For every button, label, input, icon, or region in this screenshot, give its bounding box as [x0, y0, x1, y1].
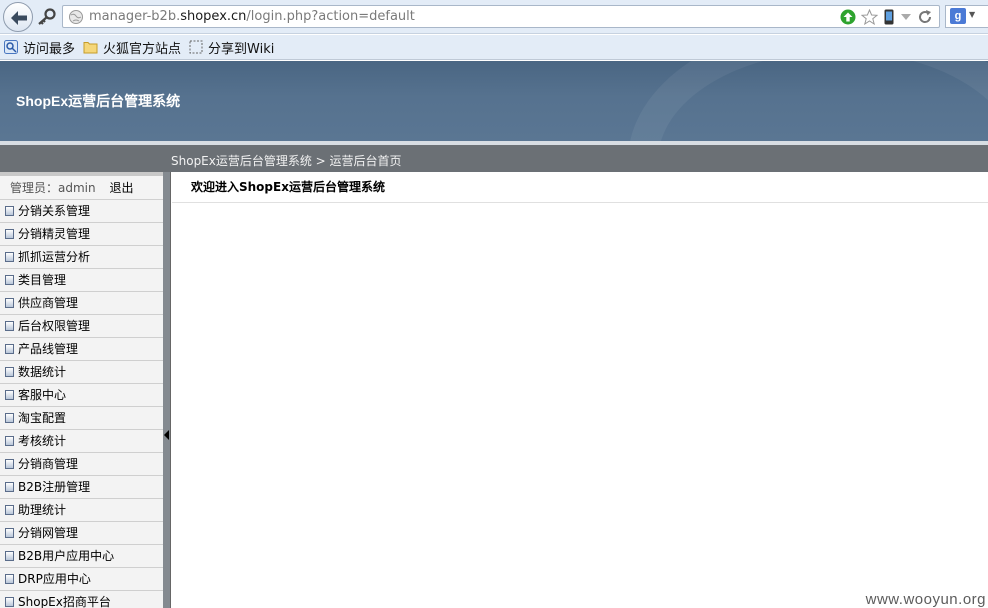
main-content: 欢迎进入ShopEx运营后台管理系统	[172, 172, 988, 608]
sidebar-item-label: 淘宝配置	[18, 411, 67, 425]
sidebar-item-label: 后台权限管理	[18, 319, 91, 333]
sidebar-item-label: 分销精灵管理	[18, 227, 91, 241]
google-icon[interactable]: g	[950, 8, 966, 24]
bookmark-label: 分享到Wiki	[208, 41, 275, 57]
search-engine-caret-icon[interactable]: ▼	[969, 10, 975, 19]
sidebar-item-label: 分销商管理	[18, 457, 79, 471]
sidebar-item-taobao-config[interactable]: 淘宝配置	[0, 407, 163, 430]
menu-square-icon	[5, 597, 14, 607]
bookmark-firefox-site[interactable]: 火狐官方站点	[83, 38, 181, 57]
most-visited-icon	[4, 40, 18, 54]
sidebar-splitter[interactable]	[163, 172, 171, 608]
bookmark-most-visited[interactable]: 访问最多	[4, 38, 75, 57]
sidebar-item-label: B2B注册管理	[18, 480, 91, 494]
breadcrumb: ShopEx运营后台管理系统 > 运营后台首页	[171, 154, 402, 168]
sidebar-item-distribution-wizard[interactable]: 分销精灵管理	[0, 223, 163, 246]
sidebar-item-label: DRP应用中心	[18, 572, 91, 586]
share-icon	[189, 40, 203, 54]
sidebar-item-label: 考核统计	[18, 434, 67, 448]
sidebar-item-label: 分销关系管理	[18, 204, 91, 218]
watermark: www.wooyun.org	[865, 591, 986, 608]
sidebar: 管理员：admin 退出 分销关系管理 分销精灵管理 抓抓运营分析 类目管理 供…	[0, 172, 163, 608]
sidebar-item-investment-platform[interactable]: ShopEx招商平台	[0, 591, 163, 608]
admin-label: 管理员：admin	[10, 181, 96, 195]
sidebar-item-b2b-registration[interactable]: B2B注册管理	[0, 476, 163, 499]
url-text: manager-b2b.shopex.cn/login.php?action=d…	[89, 9, 415, 24]
sidebar-item-zhuazhua-analysis[interactable]: 抓抓运营分析	[0, 246, 163, 269]
menu-square-icon	[5, 367, 14, 377]
menu-square-icon	[5, 344, 14, 354]
menu-square-icon	[5, 413, 14, 423]
sidebar-item-distributor[interactable]: 分销商管理	[0, 453, 163, 476]
sidebar-item-distribution-network[interactable]: 分销网管理	[0, 522, 163, 545]
back-arrow-icon	[11, 11, 27, 25]
app-title: ShopEx运营后台管理系统	[16, 93, 181, 109]
sidebar-item-label: ShopEx招商平台	[18, 595, 111, 608]
sidebar-item-label: 数据统计	[18, 365, 67, 379]
sidebar-item-label: 抓抓运营分析	[18, 250, 91, 264]
url-bar[interactable]: manager-b2b.shopex.cn/login.php?action=d…	[62, 5, 940, 28]
globe-icon	[69, 10, 83, 24]
sidebar-item-product-line[interactable]: 产品线管理	[0, 338, 163, 361]
sidebar-item-category[interactable]: 类目管理	[0, 269, 163, 292]
sidebar-item-label: 供应商管理	[18, 296, 79, 310]
sidebar-item-label: 客服中心	[18, 388, 67, 402]
url-bar-icons	[840, 8, 933, 26]
browser-navbar: manager-b2b.shopex.cn/login.php?action=d…	[0, 0, 988, 34]
sidebar-item-label: 助理统计	[18, 503, 67, 517]
menu-square-icon	[5, 528, 14, 538]
breadcrumb-bar: ShopEx运营后台管理系统 > 运营后台首页	[0, 145, 988, 172]
sidebar-item-assistant-stats[interactable]: 助理统计	[0, 499, 163, 522]
sidebar-item-drp-app-center[interactable]: DRP应用中心	[0, 568, 163, 591]
reload-icon[interactable]	[917, 9, 933, 25]
menu-square-icon	[5, 298, 14, 308]
bookmark-label: 火狐官方站点	[103, 41, 182, 57]
welcome-message: 欢迎进入ShopEx运营后台管理系统	[172, 172, 988, 203]
bookmark-label: 访问最多	[23, 41, 76, 57]
sidebar-item-label: 产品线管理	[18, 342, 79, 356]
sidebar-item-label: 类目管理	[18, 273, 67, 287]
key-icon[interactable]	[36, 8, 56, 26]
mobile-icon[interactable]	[883, 9, 895, 25]
admin-info-row: 管理员：admin 退出	[0, 176, 163, 200]
url-domain: shopex.cn	[180, 9, 247, 24]
sidebar-item-assessment[interactable]: 考核统计	[0, 430, 163, 453]
sidebar-item-label: B2B用户应用中心	[18, 549, 115, 563]
folder-icon	[83, 42, 98, 54]
sidebar-menu: 分销关系管理 分销精灵管理 抓抓运营分析 类目管理 供应商管理 后台权限管理 产…	[0, 200, 163, 608]
menu-square-icon	[5, 390, 14, 400]
sidebar-item-customer-service[interactable]: 客服中心	[0, 384, 163, 407]
search-engine-box[interactable]: g ▼	[945, 5, 988, 28]
bookmarks-toolbar: 访问最多 火狐官方站点 分享到Wiki	[0, 35, 988, 60]
sidebar-item-b2b-app-center[interactable]: B2B用户应用中心	[0, 545, 163, 568]
back-button[interactable]	[3, 2, 33, 32]
sidebar-item-permissions[interactable]: 后台权限管理	[0, 315, 163, 338]
star-icon[interactable]	[861, 9, 878, 25]
menu-square-icon	[5, 252, 14, 262]
sidebar-item-label: 分销网管理	[18, 526, 79, 540]
collapse-arrow-icon[interactable]	[164, 430, 169, 440]
menu-square-icon	[5, 229, 14, 239]
sidebar-item-statistics[interactable]: 数据统计	[0, 361, 163, 384]
sidebar-item-distribution-relations[interactable]: 分销关系管理	[0, 200, 163, 223]
go-arrow-icon[interactable]	[840, 9, 856, 25]
bookmark-share-wiki[interactable]: 分享到Wiki	[189, 38, 274, 57]
menu-square-icon	[5, 275, 14, 285]
app-header: ShopEx运营后台管理系统	[0, 61, 988, 141]
url-path: /login.php?action=default	[246, 9, 415, 24]
menu-square-icon	[5, 436, 14, 446]
menu-square-icon	[5, 321, 14, 331]
sidebar-item-supplier[interactable]: 供应商管理	[0, 292, 163, 315]
menu-square-icon	[5, 482, 14, 492]
menu-square-icon	[5, 206, 14, 216]
logout-link[interactable]: 退出	[109, 181, 133, 195]
menu-square-icon	[5, 505, 14, 515]
url-prefix: manager-b2b.	[89, 9, 181, 24]
menu-square-icon	[5, 551, 14, 561]
menu-square-icon	[5, 459, 14, 469]
menu-square-icon	[5, 574, 14, 584]
dropdown-arrow-icon[interactable]	[900, 9, 912, 25]
